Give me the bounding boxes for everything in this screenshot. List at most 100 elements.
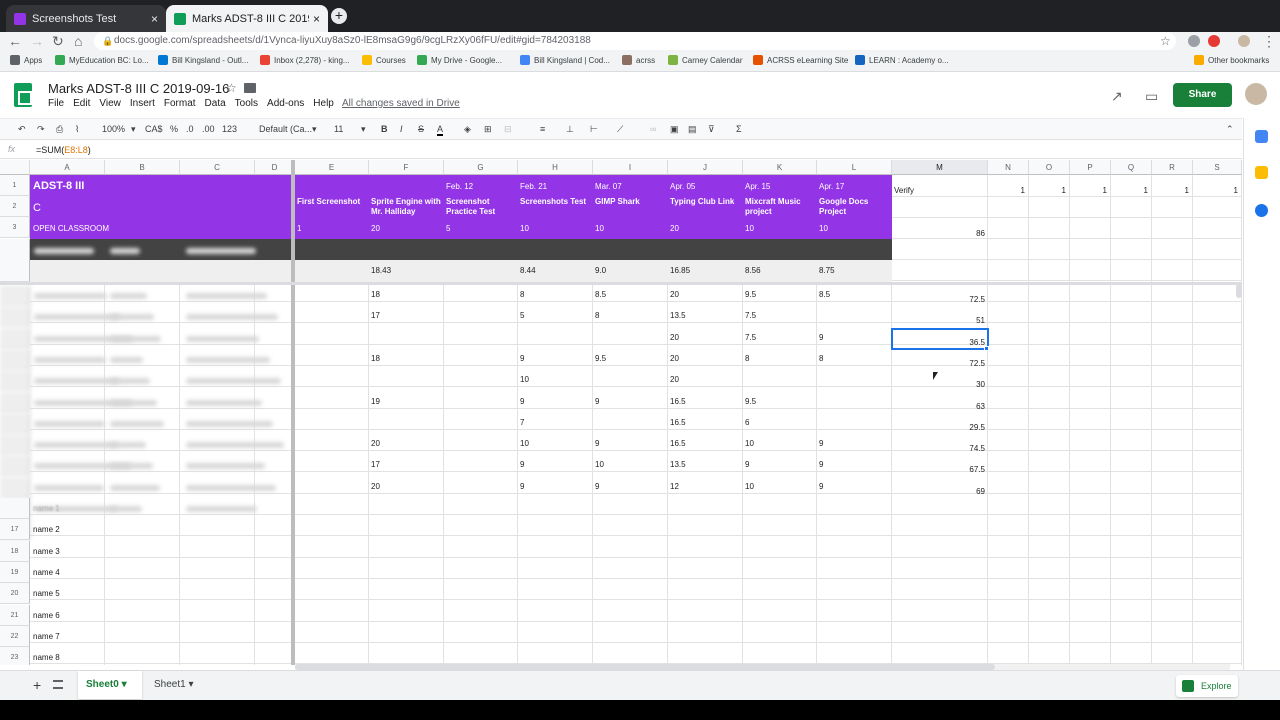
score-cell[interactable]: 8 [520,290,524,299]
score-cell[interactable]: 9 [520,354,524,363]
insert-comment-icon[interactable]: ▣ [670,124,679,135]
vertical-align-icon[interactable]: ⊥ [566,124,574,135]
bookmark-item[interactable]: Carney Calendar [668,55,742,65]
score-cell[interactable]: 9.5 [745,290,756,299]
score-cell[interactable]: 8.5 [819,290,830,299]
new-tab-button[interactable]: + [331,8,347,24]
score-cell[interactable]: 16.5 [670,397,686,406]
browser-tab-screenshots-test[interactable]: Screenshots Test × [6,5,166,32]
row-header[interactable] [0,477,30,499]
score-cell[interactable]: 9.5 [745,397,756,406]
score-cell[interactable]: 10 [520,375,529,384]
bookmark-item[interactable]: Bill Kingsland - Outl... [158,55,248,65]
column-header-l[interactable]: L [817,160,892,175]
score-cell[interactable]: 18 [371,290,380,299]
spreadsheet-grid[interactable]: A B C D E F G H I J K L M N O P Q R S ADST-8 III C OPEN CLASS… [0,160,1242,665]
score-cell[interactable]: 7.5 [745,333,756,342]
column-header-a[interactable]: A [30,160,105,175]
undo-icon[interactable]: ↶ [18,124,26,135]
score-cell[interactable]: 7 [520,418,524,427]
column-header-b[interactable]: B [105,160,180,175]
score-cell[interactable]: 6 [745,418,749,427]
fill-color-icon[interactable]: ◈ [464,124,471,135]
score-cell[interactable]: 9 [595,397,599,406]
score-cell[interactable]: 9 [819,333,823,342]
tasks-icon[interactable] [1255,204,1268,217]
bookmark-item[interactable]: Apps [10,55,42,65]
menu-view[interactable]: View [99,98,121,109]
total-cell[interactable]: 51 [892,316,985,325]
student-name[interactable]: name 6 [33,611,60,620]
browser-tab-marks[interactable]: Marks ADST-8 III C 2019-09-16 × [166,5,328,32]
save-status[interactable]: All changes saved in Drive [342,98,460,109]
column-header-k[interactable]: K [743,160,817,175]
total-cell[interactable]: 63 [892,402,985,411]
score-cell[interactable]: 9 [520,460,524,469]
row-header[interactable] [0,498,30,520]
total-cell[interactable]: 29.5 [892,423,985,432]
row-header[interactable]: 18 [0,541,30,563]
score-cell[interactable]: 9 [520,397,524,406]
borders-icon[interactable]: ⊞ [484,124,492,135]
bookmark-item[interactable]: Bill Kingsland | Cod... [520,55,610,65]
sheet-tab-sheet1[interactable]: Sheet1 ▾ [146,671,206,699]
close-tab-icon[interactable]: × [151,12,158,26]
home-icon[interactable]: ⌂ [74,33,82,49]
italic-button[interactable]: I [400,124,403,134]
score-cell[interactable]: 17 [371,460,380,469]
score-cell[interactable]: 19 [371,397,380,406]
column-header-c[interactable]: C [180,160,255,175]
column-header-i[interactable]: I [593,160,668,175]
add-sheet-icon[interactable]: + [33,677,41,693]
frozen-column-divider[interactable] [291,160,295,665]
forward-arrow-icon[interactable]: → [30,33,44,49]
score-cell[interactable]: 17 [371,311,380,320]
other-bookmarks[interactable]: Other bookmarks [1194,55,1269,65]
total-cell[interactable]: 67.5 [892,465,985,474]
score-cell[interactable]: 10 [520,439,529,448]
score-cell[interactable]: 20 [670,354,679,363]
frozen-row-divider[interactable] [0,282,1242,285]
column-header-n[interactable]: N [988,160,1029,175]
score-cell[interactable]: 9 [595,482,599,491]
column-header-m[interactable]: M [892,160,988,175]
activity-trend-icon[interactable]: ↗ [1111,88,1123,105]
row-header[interactable]: 2 [0,196,30,217]
score-cell[interactable]: 20 [371,439,380,448]
chevron-down-icon[interactable]: ▾ [131,124,136,135]
column-header-e[interactable]: E [295,160,369,175]
column-header-s[interactable]: S [1193,160,1242,175]
column-header-h[interactable]: H [518,160,593,175]
formula-input[interactable]: =SUM(E8:L8) [36,145,91,155]
score-cell[interactable]: 5 [520,311,524,320]
total-cell[interactable]: 72.5 [892,359,985,368]
text-rotation-icon[interactable]: ⟋ [617,124,623,135]
profile-avatar-icon[interactable] [1238,35,1250,47]
score-cell[interactable]: 9 [819,439,823,448]
extension-icon[interactable] [1188,35,1200,47]
keep-icon[interactable] [1255,166,1268,179]
row-header[interactable]: 17 [0,519,30,541]
row-header[interactable]: 1 [0,175,30,196]
all-sheets-icon[interactable] [53,680,63,689]
student-name[interactable]: name 5 [33,589,60,598]
print-icon[interactable]: ⎙ [56,124,63,135]
student-name[interactable]: name 4 [33,568,60,577]
font-size-select[interactable]: 11 [334,124,343,134]
menu-edit[interactable]: Edit [73,98,90,109]
score-cell[interactable]: 10 [745,439,754,448]
bookmark-item[interactable]: Inbox (2,278) - king... [260,55,350,65]
decrease-decimal-button[interactable]: .0 [186,124,194,134]
percent-format-button[interactable]: % [170,124,178,134]
row-header[interactable] [0,413,30,435]
score-cell[interactable]: 10 [595,460,604,469]
score-cell[interactable]: 9 [520,482,524,491]
bookmark-item[interactable]: acrss [622,55,655,65]
score-cell[interactable]: 8 [595,311,599,320]
score-cell[interactable]: 8 [819,354,823,363]
score-cell[interactable]: 8.5 [595,290,606,299]
column-header-d[interactable]: D [255,160,295,175]
score-cell[interactable]: 13.5 [670,311,686,320]
fill-handle[interactable] [984,346,989,351]
sheets-logo-icon[interactable] [14,83,32,107]
